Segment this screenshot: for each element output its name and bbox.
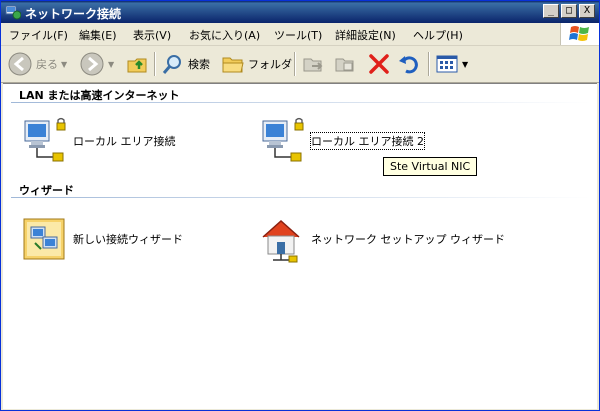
group-divider: [11, 197, 591, 198]
forward-dropdown-arrow-icon[interactable]: ▼: [108, 60, 114, 69]
lan-connection-2-label: ローカル エリア接続 2: [310, 132, 425, 150]
maximize-button[interactable]: □: [561, 4, 577, 18]
up-folder-icon: [127, 58, 147, 73]
title-bar[interactable]: ネットワーク接続 _ □ X: [1, 1, 599, 23]
move-to-folder-icon: [303, 58, 323, 72]
views-dropdown-arrow-icon[interactable]: ▼: [462, 60, 468, 69]
group-header-lan: LAN または高速インターネット: [19, 89, 180, 102]
new-connection-wizard-icon: [23, 218, 65, 260]
lan-connection-icon: [24, 117, 66, 162]
delete-x-icon: [369, 54, 389, 74]
folder-icon: [222, 57, 244, 73]
window-title: ネットワーク接続: [25, 7, 122, 21]
views-button[interactable]: ▼: [435, 50, 468, 78]
toolbar-separator: [428, 52, 430, 76]
menu-favorites[interactable]: お気に入り(A): [189, 27, 260, 43]
network-connections-icon[interactable]: [5, 4, 21, 20]
group-header-wizard: ウィザード: [19, 184, 74, 197]
content-pane: LAN または高速インターネット ローカル エリア接続 ローカル エリア接続 2…: [3, 83, 597, 409]
new-connection-wizard-label: 新しい接続ウィザード: [73, 233, 183, 246]
move-to-button[interactable]: [301, 50, 325, 78]
menu-advanced[interactable]: 詳細設定(N): [335, 27, 396, 43]
menu-file[interactable]: ファイル(F): [9, 27, 68, 43]
menu-help[interactable]: ヘルプ(H): [413, 27, 463, 43]
menu-tools[interactable]: ツール(T): [274, 27, 322, 43]
lan-connection-1[interactable]: ローカル エリア接続: [21, 117, 201, 165]
back-label: 戻る: [36, 58, 58, 71]
copy-to-folder-icon: [335, 58, 354, 72]
app-window: ネットワーク接続 _ □ X ファイル(F) 編集(E) 表示(V) お気に入り…: [0, 0, 600, 411]
up-folder-button[interactable]: [125, 50, 149, 78]
back-dropdown-arrow-icon[interactable]: ▼: [61, 60, 67, 69]
folders-label: フォルダ: [248, 58, 292, 71]
back-button[interactable]: 戻る ▼: [7, 50, 67, 78]
standard-toolbar: 戻る ▼ ▼ 検索 フォルダ ▼: [1, 46, 599, 83]
views-icon: [436, 55, 458, 73]
windows-flag-icon: [569, 26, 589, 41]
forward-arrow-icon: [80, 52, 104, 76]
menu-bar: ファイル(F) 編集(E) 表示(V) お気に入り(A) ツール(T) 詳細設定…: [1, 23, 599, 46]
tooltip: Ste Virtual NIC: [383, 157, 478, 176]
search-button[interactable]: 検索: [161, 50, 210, 78]
new-connection-wizard[interactable]: 新しい接続ウィザード: [21, 215, 221, 263]
menu-view[interactable]: 表示(V): [133, 27, 171, 43]
back-arrow-icon: [8, 52, 32, 76]
close-button[interactable]: X: [579, 4, 595, 18]
lan-connection-icon: [262, 117, 304, 162]
folders-button[interactable]: フォルダ: [221, 50, 292, 78]
home-network-icon: [262, 219, 300, 263]
search-label: 検索: [188, 58, 210, 71]
group-divider: [11, 102, 591, 103]
undo-arrow-icon: [399, 56, 418, 74]
menu-edit[interactable]: 編集(E): [79, 27, 117, 43]
minimize-button[interactable]: _: [543, 4, 559, 18]
toolbar-separator: [154, 52, 156, 76]
network-setup-wizard-label: ネットワーク セットアップ ウィザード: [311, 233, 505, 246]
delete-button[interactable]: [367, 50, 391, 78]
toolbar-separator: [294, 52, 296, 76]
search-icon: [162, 55, 181, 74]
undo-button[interactable]: [397, 50, 421, 78]
copy-to-button[interactable]: [333, 50, 357, 78]
network-setup-wizard[interactable]: ネットワーク セットアップ ウィザード: [259, 215, 505, 263]
lan-connection-1-label: ローカル エリア接続: [73, 135, 176, 148]
forward-button[interactable]: ▼: [79, 50, 114, 78]
windows-logo: [560, 23, 599, 45]
